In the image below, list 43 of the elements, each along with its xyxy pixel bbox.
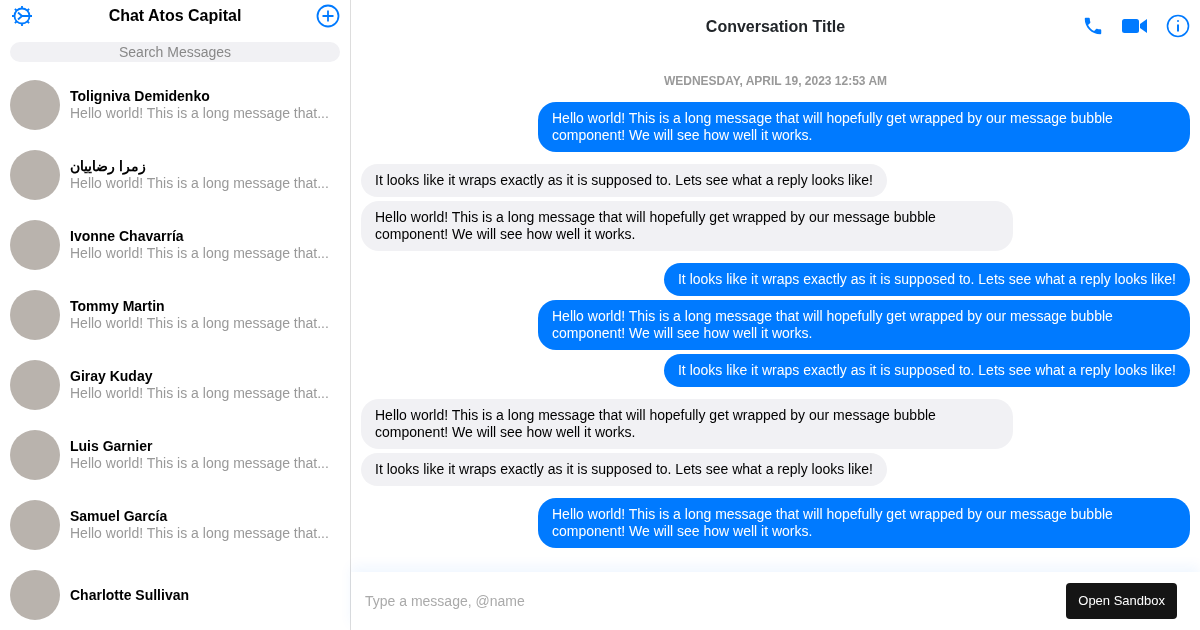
conversation-date: WEDNESDAY, APRIL 19, 2023 12:53 AM <box>663 73 888 90</box>
contact-name[interactable]: Tommy Martin <box>70 298 329 315</box>
sent-message: Hello world! This is a long message that will hopefully get wrapped by our message bubble component! We will see how well it works. <box>538 102 1190 152</box>
contact-name[interactable]: Toligniva Demidenko <box>70 88 329 105</box>
message-input[interactable]: Type a message, @name <box>363 589 863 613</box>
settings-icon[interactable] <box>10 3 34 28</box>
sent-message: Hello world! This is a long message that will hopefully get wrapped by our message bubble component! We will see how well it works. <box>538 300 1190 350</box>
message-preview: Hello world! This is a long message that... <box>70 385 329 402</box>
avatar <box>10 80 60 130</box>
video-camera-icon[interactable] <box>1122 17 1148 35</box>
contact-name[interactable]: Ivonne Chavarría <box>70 228 329 245</box>
contact-name[interactable]: Charlotte Sullivan <box>70 586 190 604</box>
contact-name[interactable]: زمرا رضاییان <box>70 158 329 175</box>
open-sandbox-button[interactable]: Open Sandbox <box>1066 583 1177 619</box>
app-title: Chat Atos Capital <box>108 5 242 26</box>
received-message: Hello world! This is a long message that will hopefully get wrapped by our message bubble component! We will see how well it works. <box>361 201 1013 251</box>
sent-message: It looks like it wraps exactly as it is supposed to. Lets see what a reply looks like! <box>664 263 1190 296</box>
sent-message: Hello world! This is a long message that will hopefully get wrapped by our message bubble component! We will see how well it works. <box>538 498 1190 548</box>
contact-name[interactable]: Giray Kuday <box>70 368 329 385</box>
avatar <box>10 360 60 410</box>
received-message: It looks like it wraps exactly as it is supposed to. Lets see what a reply looks like! <box>361 164 887 197</box>
message-preview: Hello world! This is a long message that... <box>70 315 329 332</box>
avatar <box>10 150 60 200</box>
message-preview: Hello world! This is a long message that... <box>70 245 329 262</box>
received-message: It looks like it wraps exactly as it is supposed to. Lets see what a reply looks like! <box>361 453 887 486</box>
message-preview: Hello world! This is a long message that... <box>70 175 329 192</box>
add-icon[interactable] <box>316 3 340 28</box>
received-message: Hello world! This is a long message that will hopefully get wrapped by our message bubble component! We will see how well it works. <box>361 399 1013 449</box>
avatar <box>10 220 60 270</box>
message-preview: Hello world! This is a long message that... <box>70 105 329 122</box>
avatar <box>10 290 60 340</box>
avatar <box>10 500 60 550</box>
avatar <box>10 430 60 480</box>
search-field[interactable]: Search Messages <box>10 41 340 62</box>
info-icon[interactable] <box>1166 14 1190 38</box>
contact-name[interactable]: Luis Garnier <box>70 438 329 455</box>
contact-name[interactable]: Samuel García <box>70 508 329 525</box>
phone-icon[interactable] <box>1082 15 1104 37</box>
sent-message: It looks like it wraps exactly as it is supposed to. Lets see what a reply looks like! <box>664 354 1190 387</box>
avatar <box>10 570 60 620</box>
message-preview: Hello world! This is a long message that... <box>70 525 329 542</box>
conversation-title: Conversation Title <box>705 17 846 37</box>
message-preview: Hello world! This is a long message that... <box>70 455 329 472</box>
